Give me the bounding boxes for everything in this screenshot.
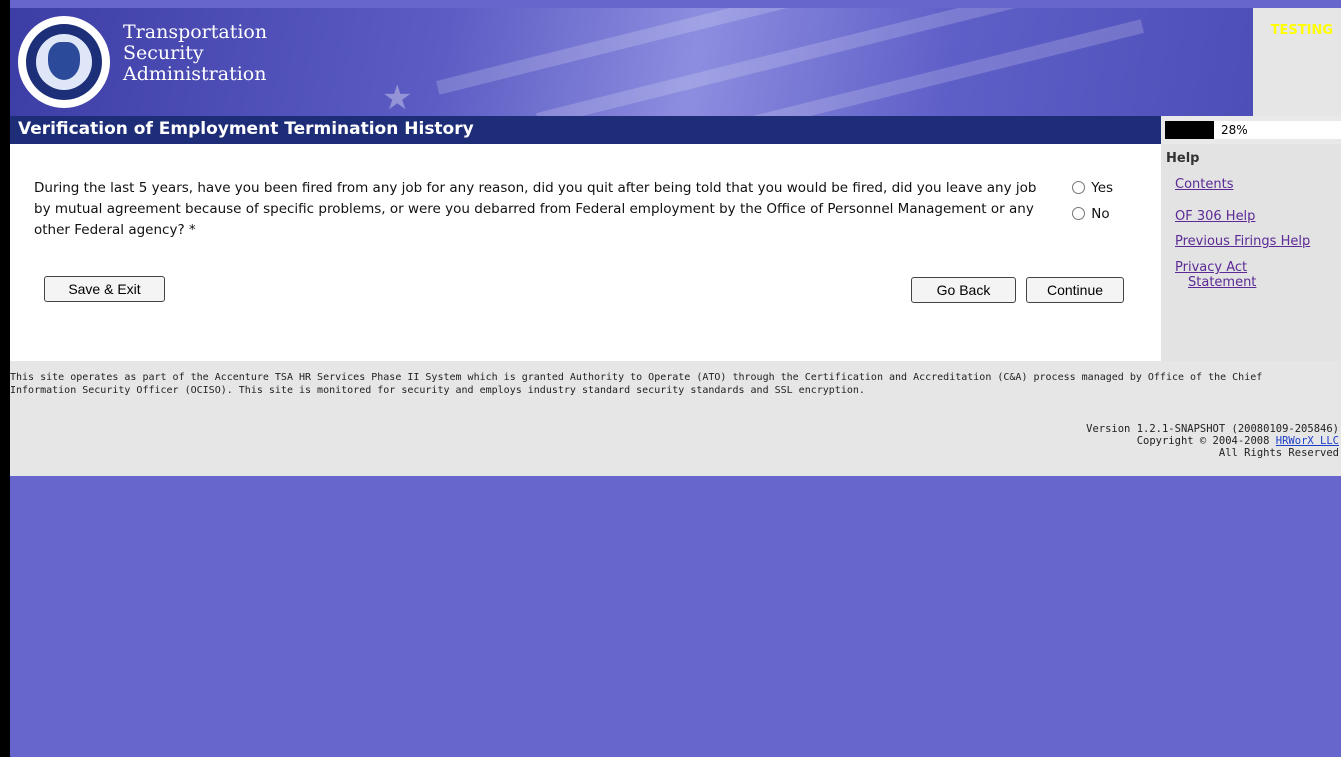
yes-label: Yes [1091, 180, 1114, 196]
version-text: Version 1.2.1-SNAPSHOT (20080109-205846) [1086, 423, 1339, 435]
help-link-of306[interactable]: OF 306 Help [1175, 209, 1255, 224]
help-link-privacy-act[interactable]: Privacy Act [1175, 260, 1247, 275]
continue-button[interactable]: Continue [1026, 277, 1124, 303]
yes-radio[interactable] [1072, 181, 1085, 194]
copyright-prefix: Copyright © 2004-2008 [1136, 435, 1270, 447]
agency-banner: ★ Transportation Security Administration [10, 8, 1253, 116]
no-label: No [1091, 206, 1110, 222]
help-link-contents[interactable]: Contents [1175, 177, 1233, 192]
agency-name-line: Transportation [123, 21, 268, 43]
progress-fill [1165, 121, 1214, 139]
environment-indicator: TESTING [1253, 8, 1341, 116]
progress-label: 28% [1221, 123, 1248, 137]
star-icon: ★ [382, 78, 413, 116]
go-back-button[interactable]: Go Back [911, 277, 1016, 303]
hrworx-link[interactable]: HRWorX LLC [1276, 435, 1339, 447]
help-link-previous-firings[interactable]: Previous Firings Help [1175, 234, 1310, 249]
no-radio[interactable] [1072, 207, 1085, 220]
question-text: During the last 5 years, have you been f… [34, 180, 1037, 238]
agency-name-line: Administration [123, 63, 267, 85]
dhs-seal-logo [18, 16, 110, 108]
progress-indicator: 28% [1161, 116, 1341, 144]
no-option[interactable]: No [1072, 206, 1110, 222]
version-info: Version 1.2.1-SNAPSHOT (20080109-205846)… [1086, 423, 1339, 459]
copyright-text: Copyright © 2004-2008 HRWorX LLC [1086, 435, 1339, 447]
save-exit-button[interactable]: Save & Exit [44, 276, 165, 302]
yes-option[interactable]: Yes [1072, 180, 1113, 196]
agency-name: Transportation Security Administration [123, 22, 267, 85]
page-title-bar: Verification of Employment Termination H… [10, 116, 1161, 144]
agency-name-line: Security [123, 42, 204, 64]
help-link-privacy-statement[interactable]: Statement [1188, 275, 1256, 290]
rights-text: All Rights Reserved [1218, 447, 1339, 459]
testing-label: TESTING [1270, 23, 1333, 38]
security-notice: This site operates as part of the Accent… [10, 372, 1263, 396]
question-panel: During the last 5 years, have you been f… [10, 144, 1161, 361]
page-title: Verification of Employment Termination H… [18, 119, 474, 139]
help-title: Help [1166, 151, 1200, 166]
help-sidebar: Help Contents OF 306 Help Previous Firin… [1161, 144, 1341, 361]
footer: This site operates as part of the Accent… [10, 361, 1341, 476]
